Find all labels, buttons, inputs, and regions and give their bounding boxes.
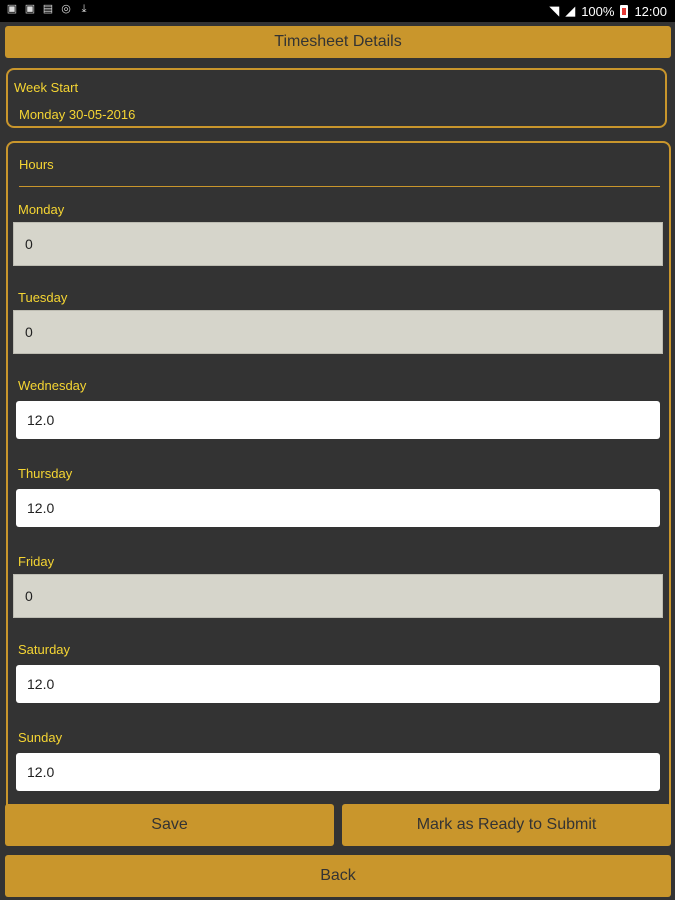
hours-input-wednesday[interactable] xyxy=(16,401,660,439)
hours-input-friday[interactable] xyxy=(13,574,663,618)
week-start-label: Week Start xyxy=(14,80,79,95)
screenshot-icon: ▣ xyxy=(24,3,36,15)
day-label-monday: Monday xyxy=(18,202,65,217)
day-label-sunday: Sunday xyxy=(18,730,63,745)
day-label-wednesday: Wednesday xyxy=(18,378,87,393)
day-label-thursday: Thursday xyxy=(18,466,73,481)
screenshot-icon: ▣ xyxy=(6,3,18,15)
day-label-friday: Friday xyxy=(18,554,55,569)
week-start-card: Week Start Monday 30-05-2016 xyxy=(6,68,667,128)
save-button[interactable]: Save xyxy=(5,804,334,846)
download-icon: ⤓ xyxy=(81,3,87,15)
mark-ready-button[interactable]: Mark as Ready to Submit xyxy=(342,804,671,846)
battery-percent: 100% xyxy=(581,3,615,19)
circle-icon: ◎ xyxy=(61,3,71,15)
image-icon: ▤ xyxy=(42,3,54,15)
battery-icon xyxy=(620,4,629,18)
hours-input-sunday[interactable] xyxy=(16,753,660,791)
page-title: Timesheet Details xyxy=(5,26,671,58)
hours-input-tuesday[interactable] xyxy=(13,310,663,354)
back-button[interactable]: Back xyxy=(5,855,671,897)
day-label-saturday: Saturday xyxy=(18,642,71,657)
notification-icons: ▣ ▣ ▤ ◎ ⤓ xyxy=(6,3,90,15)
hours-title: Hours xyxy=(19,157,54,172)
signal-icon: ◢ xyxy=(565,3,576,18)
status-right: ◥ ◢ 100% 12:00 xyxy=(549,3,667,19)
hours-input-thursday[interactable] xyxy=(16,489,660,527)
hours-divider xyxy=(19,186,660,187)
clock: 12:00 xyxy=(634,3,667,19)
day-label-tuesday: Tuesday xyxy=(18,290,68,305)
hours-input-saturday[interactable] xyxy=(16,665,660,703)
status-bar: ▣ ▣ ▤ ◎ ⤓ ◥ ◢ 100% 12:00 xyxy=(0,0,675,22)
hours-input-monday[interactable] xyxy=(13,222,663,266)
week-start-value: Monday 30-05-2016 xyxy=(19,107,136,122)
wifi-icon: ◥ xyxy=(549,3,560,18)
